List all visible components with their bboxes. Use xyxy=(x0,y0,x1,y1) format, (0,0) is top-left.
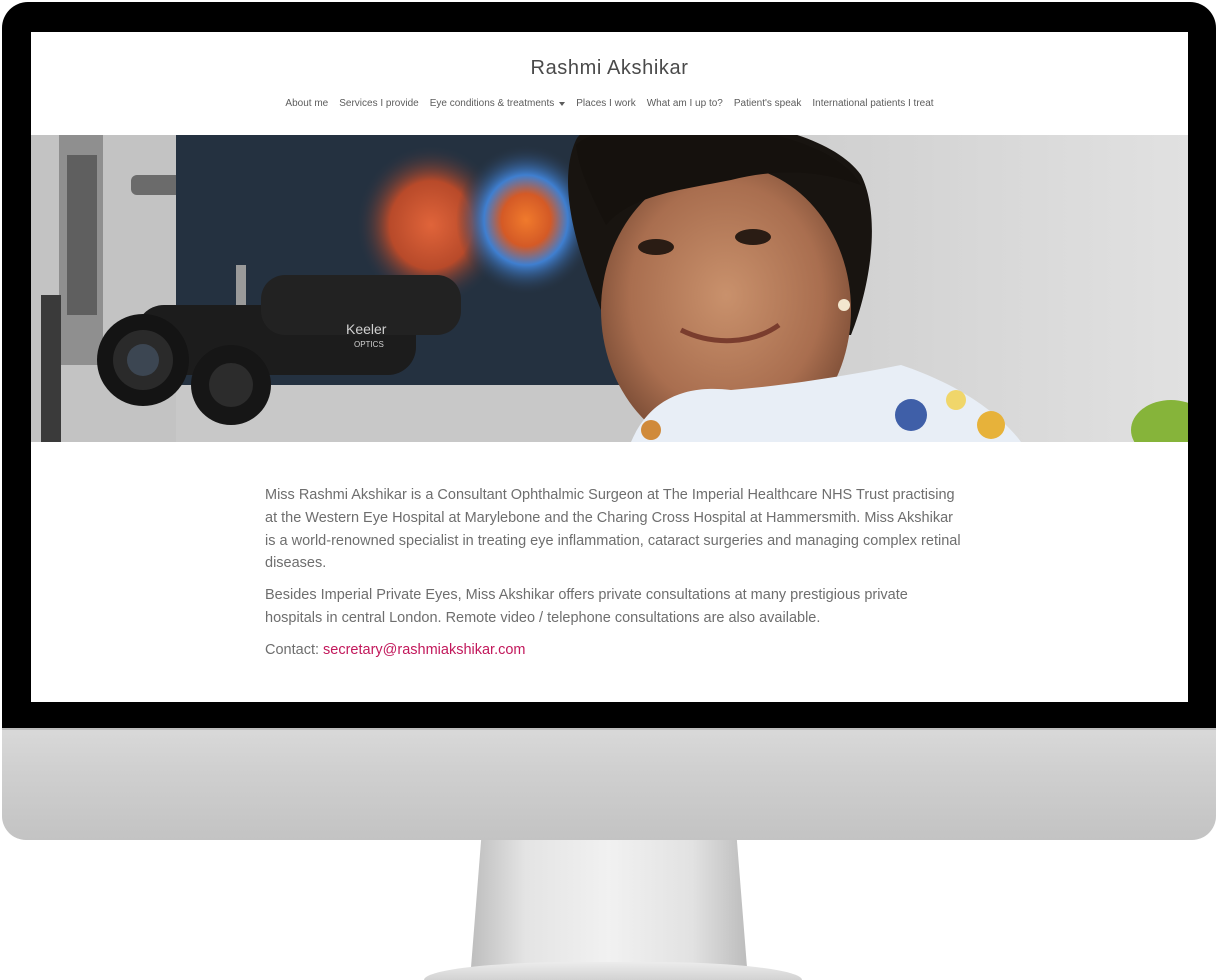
nav-label: Services I provide xyxy=(339,98,419,109)
nav-item-patients-speak[interactable]: Patient's speak xyxy=(734,98,802,109)
nav-label: Patient's speak xyxy=(733,98,802,109)
nav-item-about-me[interactable]: About me xyxy=(285,98,328,109)
site-header: Rashmi Akshikar About me Services I prov… xyxy=(31,32,1188,135)
contact-line: Contact: secretary@rashmiakshikar.com xyxy=(265,639,965,662)
nav-item-what-am-i-up-to[interactable]: What am I up to? xyxy=(647,98,723,109)
website-screen: Rashmi Akshikar About me Services I prov… xyxy=(31,32,1188,702)
nav-item-international-patients[interactable]: International patients I treat xyxy=(812,98,933,109)
monitor-mockup: Rashmi Akshikar About me Services I prov… xyxy=(0,0,1218,980)
nav-item-places[interactable]: Places I work xyxy=(576,98,635,109)
contact-email-link[interactable]: secretary@rashmiakshikar.com xyxy=(323,642,525,658)
nav-item-eye-conditions[interactable]: Eye conditions & treatments xyxy=(430,98,566,109)
monitor-stand xyxy=(470,840,748,980)
nav-label: Places I work xyxy=(576,98,636,109)
nav-item-services[interactable]: Services I provide xyxy=(339,98,418,109)
nav-label: About me xyxy=(285,98,329,109)
intro-content: Miss Rashmi Akshikar is a Consultant Oph… xyxy=(265,484,965,671)
nav-label: Eye conditions & treatments xyxy=(429,98,555,109)
main-nav: About me Services I provide Eye conditio… xyxy=(31,98,1188,109)
intro-paragraph: Miss Rashmi Akshikar is a Consultant Oph… xyxy=(265,487,961,572)
hero-image: Keeler OPTICS xyxy=(31,135,1188,442)
nav-label: What am I up to? xyxy=(646,98,723,109)
consultation-paragraph: Besides Imperial Private Eyes, Miss Aksh… xyxy=(265,587,908,626)
chevron-down-icon xyxy=(559,101,566,106)
nav-label: International patients I treat xyxy=(812,98,934,109)
keeler-brand-text: Keeler xyxy=(346,321,387,337)
contact-label: Contact: xyxy=(265,641,319,658)
monitor-chin xyxy=(2,728,1216,840)
keeler-brand-subtext: OPTICS xyxy=(354,340,384,349)
hero-illustration: Keeler OPTICS xyxy=(31,135,1188,442)
site-title[interactable]: Rashmi Akshikar xyxy=(31,57,1188,80)
